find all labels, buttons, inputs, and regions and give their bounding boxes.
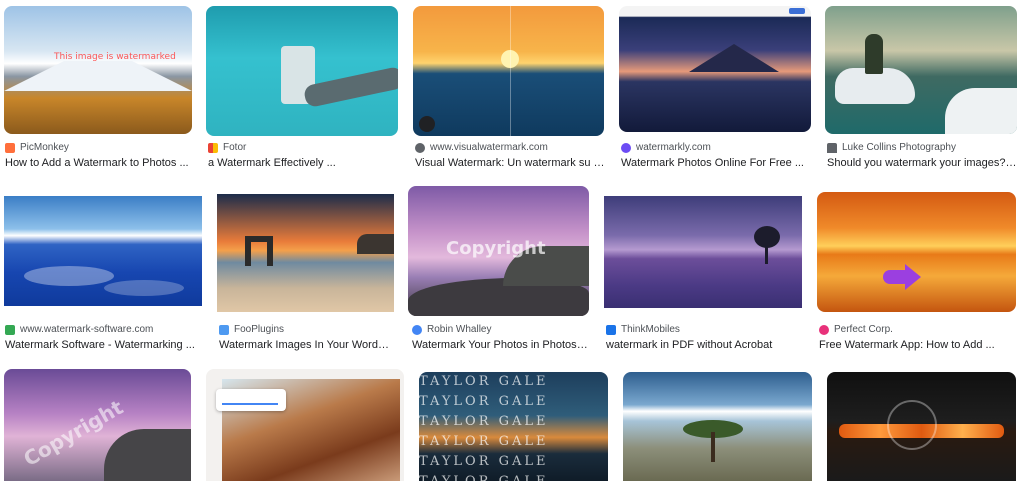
source-name: www.visualwatermark.com: [430, 142, 548, 153]
result-thumbnail[interactable]: [623, 372, 812, 481]
result-title[interactable]: Watermark Software - Watermarking ...: [5, 339, 200, 351]
source-favicon-icon: [621, 142, 631, 153]
result-thumbnail[interactable]: [825, 6, 1017, 134]
result-thumbnail[interactable]: Copyright: [4, 369, 191, 481]
result-thumbnail[interactable]: [217, 194, 394, 312]
result-title[interactable]: Should you watermark your images? ...: [827, 157, 1017, 169]
source-name: FooPlugins: [234, 324, 285, 335]
source-favicon-icon: [415, 142, 425, 153]
source-favicon-icon: [5, 142, 15, 153]
result-title[interactable]: Watermark Images In Your WordPr...: [219, 339, 394, 351]
source-name: Luke Collins Photography: [842, 142, 956, 153]
result-title[interactable]: Watermark Your Photos in Photosh...: [412, 339, 590, 351]
result-title[interactable]: How to Add a Watermark to Photos ...: [5, 157, 195, 169]
source-favicon-icon: [208, 142, 218, 153]
result-thumbnail[interactable]: Copyright: [408, 186, 589, 316]
result-title[interactable]: watermark in PDF without Acrobat: [606, 339, 804, 351]
source-name: Perfect Corp.: [834, 324, 893, 335]
source-favicon-icon: [5, 324, 15, 335]
source-favicon-icon: [606, 324, 616, 335]
result-title[interactable]: Visual Watermark: Un watermark su 1...: [415, 157, 605, 169]
result-thumbnail[interactable]: [206, 369, 404, 481]
result-title[interactable]: Free Watermark App: How to Add ...: [819, 339, 1018, 351]
source-name: watermarkly.com: [636, 142, 711, 153]
result-thumbnail[interactable]: [4, 196, 202, 306]
source-name: Fotor: [223, 142, 247, 153]
image-badge-icon: [419, 116, 435, 132]
source-name: www.watermark-software.com: [20, 324, 154, 335]
source-name: ThinkMobiles: [621, 324, 680, 335]
result-thumbnail[interactable]: [413, 6, 604, 136]
watermark-text: Copyright: [446, 238, 546, 259]
source-favicon-icon: [819, 324, 829, 335]
source-favicon-icon: [219, 324, 229, 335]
source-name: Robin Whalley: [427, 324, 492, 335]
result-title[interactable]: a Watermark Effectively ...: [208, 157, 398, 169]
watermark-text: This image is watermarked: [54, 52, 176, 62]
result-thumbnail[interactable]: TAYLOR GALE TAYLOR GALE TAYLOR GALE TAYL…: [419, 372, 608, 481]
result-thumbnail[interactable]: [206, 6, 398, 136]
source-favicon-icon: [827, 142, 837, 153]
source-name: PicMonkey: [20, 142, 69, 153]
slider-track: [222, 403, 278, 405]
result-thumbnail[interactable]: [619, 6, 811, 132]
source-favicon-icon: [412, 324, 422, 335]
watermark-tile: TAYLOR GALE TAYLOR GALE TAYLOR GALE TAYL…: [419, 374, 549, 481]
result-title[interactable]: Watermark Photos Online For Free ...: [621, 157, 811, 169]
result-thumbnail[interactable]: [817, 192, 1016, 312]
result-thumbnail[interactable]: [604, 196, 802, 308]
result-thumbnail[interactable]: [827, 372, 1016, 481]
result-thumbnail[interactable]: This image is watermarked: [4, 6, 192, 134]
